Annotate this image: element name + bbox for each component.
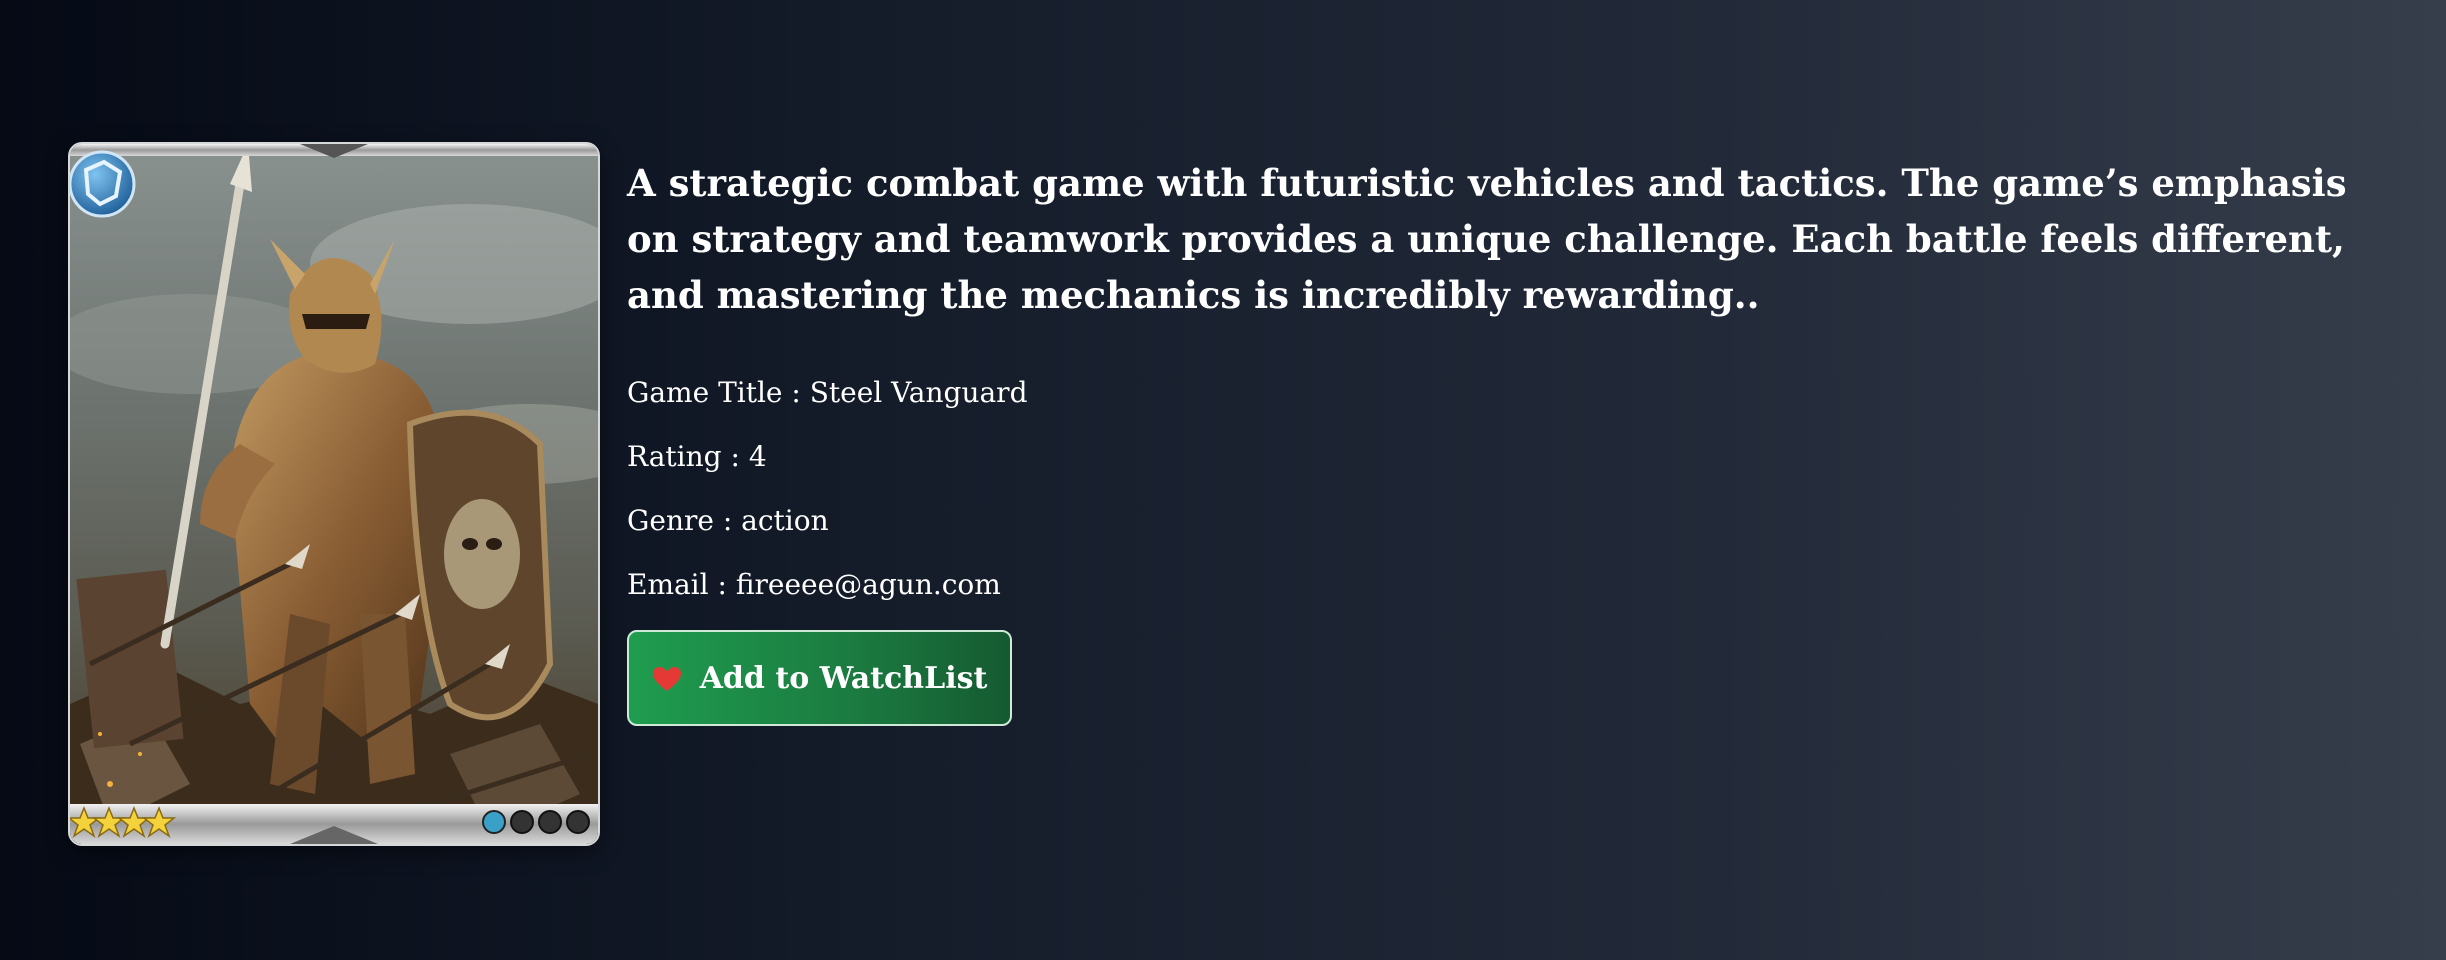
add-to-watchlist-button[interactable]: Add to WatchList (627, 630, 1012, 726)
game-cover-card (68, 142, 600, 846)
game-title: Game Title : Steel Vanguard (627, 376, 1028, 409)
heart-icon (652, 665, 682, 691)
game-email: Email : fireeee@agun.com (627, 568, 1001, 601)
game-rating: Rating : 4 (627, 440, 767, 473)
game-description: A strategic combat game with futuristic … (627, 161, 2347, 317)
game-genre: Genre : action (627, 504, 829, 537)
watchlist-button-label: Add to WatchList (699, 660, 988, 696)
game-cover-image (70, 144, 598, 844)
